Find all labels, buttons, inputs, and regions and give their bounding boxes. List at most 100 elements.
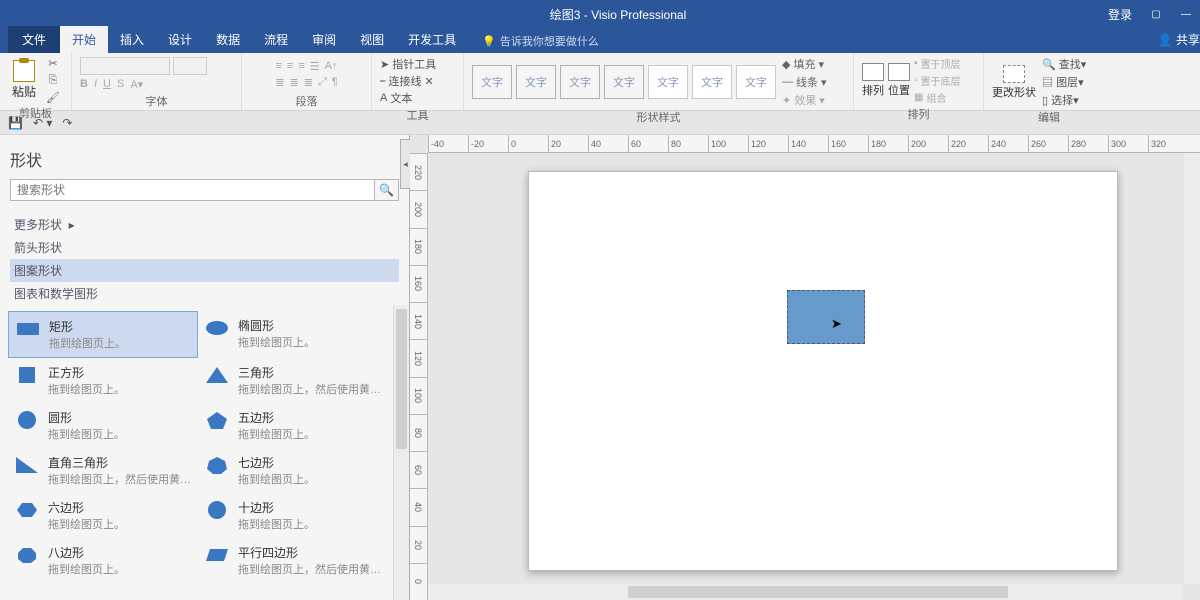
arrange-icon (862, 63, 884, 81)
drawing-page[interactable]: ➤ (528, 171, 1118, 571)
shape-desc: 拖到绘图页上。 (48, 426, 125, 442)
style-4[interactable]: 文字 (604, 65, 644, 99)
bring-front-button[interactable]: ▪ 置于顶层 (914, 56, 961, 71)
style-7[interactable]: 文字 (736, 65, 776, 99)
login-link[interactable]: 登录 (1108, 6, 1132, 23)
collapse-handle[interactable]: ◂ (400, 139, 410, 189)
group-button[interactable]: ▦ 组合 (914, 90, 961, 105)
position-button[interactable]: 位置 (888, 63, 910, 98)
shape-item-10[interactable]: 八边形拖到绘图页上。 (8, 538, 198, 583)
tab-home[interactable]: 开始 (60, 26, 108, 53)
style-6[interactable]: 文字 (692, 65, 732, 99)
tab-file[interactable]: 文件 (8, 26, 60, 53)
shape-item-3[interactable]: 三角形拖到绘图页上，然后使用黄色方形... (198, 358, 388, 403)
align-left-icon[interactable]: ≡ (276, 60, 282, 73)
shape-preview-icon (14, 544, 40, 566)
shape-item-1[interactable]: 椭圆形拖到绘图页上。 (198, 311, 388, 358)
font-color-button[interactable]: A▾ (130, 78, 143, 91)
change-shape-button[interactable]: 更改形状 (992, 65, 1036, 100)
shape-style-gallery[interactable]: 文字 文字 文字 文字 文字 文字 文字 (472, 65, 776, 99)
shape-item-11[interactable]: 平行四边形拖到绘图页上，然后使用黄色方形... (198, 538, 388, 583)
shape-item-2[interactable]: 正方形拖到绘图页上。 (8, 358, 198, 403)
font-size-input[interactable] (173, 57, 207, 75)
shape-preview-icon (15, 318, 41, 340)
search-icon[interactable]: 🔍 (375, 179, 399, 201)
select-button[interactable]: ▯ 选择▾ (1042, 92, 1086, 108)
style-3[interactable]: 文字 (560, 65, 600, 99)
shape-preview-icon (204, 409, 230, 431)
effects-button[interactable]: ✦ 效果 ▾ (782, 92, 827, 108)
horizontal-ruler: -40-200204060801001201401601802002202402… (428, 135, 1200, 153)
connector-tool[interactable]: ⎯ 连接线 ✕ (380, 73, 434, 89)
underline-button[interactable]: U (103, 78, 111, 91)
shape-item-0[interactable]: 矩形拖到绘图页上。 (8, 311, 198, 358)
line-button[interactable]: — 线条 ▾ (782, 74, 827, 90)
horizontal-scrollbar[interactable] (428, 584, 1182, 600)
save-icon[interactable]: 💾 (8, 116, 23, 130)
align-right-icon[interactable]: ≡ (298, 60, 304, 73)
tab-insert[interactable]: 插入 (108, 26, 156, 53)
shape-scrollbar[interactable] (393, 305, 409, 600)
shapes-pane: ◂ 形状 🔍 更多形状 ▸ 箭头形状 图案形状 图表和数学图形 矩形拖到绘图页上… (0, 135, 410, 600)
shape-name: 椭圆形 (238, 317, 315, 334)
more-shapes[interactable]: 更多形状 ▸ (10, 213, 399, 236)
ribbon-display-icon[interactable]: ▢ (1150, 8, 1162, 20)
layers-button[interactable]: ▤ 图层▾ (1042, 74, 1086, 90)
shape-preview-icon (14, 454, 40, 476)
pointer-tool[interactable]: ➤ 指针工具 (380, 56, 436, 72)
tab-view[interactable]: 视图 (348, 26, 396, 53)
format-painter-icon[interactable]: 🖌 (46, 90, 60, 104)
style-2[interactable]: 文字 (516, 65, 556, 99)
text-tool[interactable]: A 文本 (380, 90, 412, 106)
bullets-icon[interactable]: ☰ (310, 60, 320, 73)
shapes-title: 形状 (0, 135, 409, 179)
italic-button[interactable]: I (94, 78, 97, 91)
rectangle-shape[interactable] (787, 290, 865, 344)
fill-button[interactable]: ◆ 填充 ▾ (782, 56, 827, 72)
group-editing: 编辑 (992, 108, 1106, 125)
redo-icon[interactable]: ↷ (62, 116, 72, 130)
shape-name: 八边形 (48, 544, 125, 561)
tell-me[interactable]: 💡 告诉我你想要做什么 (482, 33, 599, 53)
tab-data[interactable]: 数据 (204, 26, 252, 53)
copy-icon[interactable]: ⎘ (46, 73, 60, 87)
stencil-pattern[interactable]: 图案形状 (10, 259, 399, 282)
title-bar: 绘图3 - Visio Professional 登录 ▢ — (0, 0, 1200, 28)
arrange-button[interactable]: 排列 (862, 63, 884, 98)
shape-item-5[interactable]: 五边形拖到绘图页上。 (198, 403, 388, 448)
stencil-arrow[interactable]: 箭头形状 (10, 236, 399, 259)
undo-icon[interactable]: ↶ ▾ (33, 116, 52, 130)
cut-icon[interactable]: ✂ (46, 56, 60, 70)
shape-desc: 拖到绘图页上。 (238, 334, 315, 350)
shape-item-6[interactable]: 直角三角形拖到绘图页上，然后使用黄色方形... (8, 448, 198, 493)
position-icon (888, 63, 910, 81)
shape-item-4[interactable]: 圆形拖到绘图页上。 (8, 403, 198, 448)
change-shape-icon (1003, 65, 1025, 83)
minimize-icon[interactable]: — (1180, 8, 1192, 20)
tab-review[interactable]: 审阅 (300, 26, 348, 53)
shape-item-9[interactable]: 十边形拖到绘图页上。 (198, 493, 388, 538)
tab-design[interactable]: 设计 (156, 26, 204, 53)
style-5[interactable]: 文字 (648, 65, 688, 99)
shape-item-8[interactable]: 六边形拖到绘图页上。 (8, 493, 198, 538)
shape-desc: 拖到绘图页上。 (238, 426, 315, 442)
send-back-button[interactable]: ▫ 置于底层 (914, 73, 961, 88)
tab-developer[interactable]: 开发工具 (396, 26, 468, 53)
drawing-viewport[interactable]: ➤ (428, 153, 1200, 600)
shape-item-7[interactable]: 七边形拖到绘图页上。 (198, 448, 388, 493)
vertical-scrollbar[interactable] (1184, 153, 1200, 584)
stencil-chart[interactable]: 图表和数学图形 (10, 282, 399, 305)
style-1[interactable]: 文字 (472, 65, 512, 99)
find-button[interactable]: 🔍 查找▾ (1042, 56, 1086, 72)
cursor-icon: ➤ (831, 316, 842, 332)
align-center-icon[interactable]: ≡ (287, 60, 293, 73)
search-shapes-input[interactable] (10, 179, 375, 201)
share-button[interactable]: 👤 共享 (1146, 26, 1200, 53)
paste-button[interactable]: 粘贴 (8, 60, 40, 100)
tab-process[interactable]: 流程 (252, 26, 300, 53)
bold-button[interactable]: B (80, 78, 88, 91)
stencil-list: 更多形状 ▸ 箭头形状 图案形状 图表和数学图形 (0, 209, 409, 305)
font-family-input[interactable] (80, 57, 170, 75)
shape-preview-icon (204, 364, 230, 386)
strike-button[interactable]: S (117, 78, 124, 91)
